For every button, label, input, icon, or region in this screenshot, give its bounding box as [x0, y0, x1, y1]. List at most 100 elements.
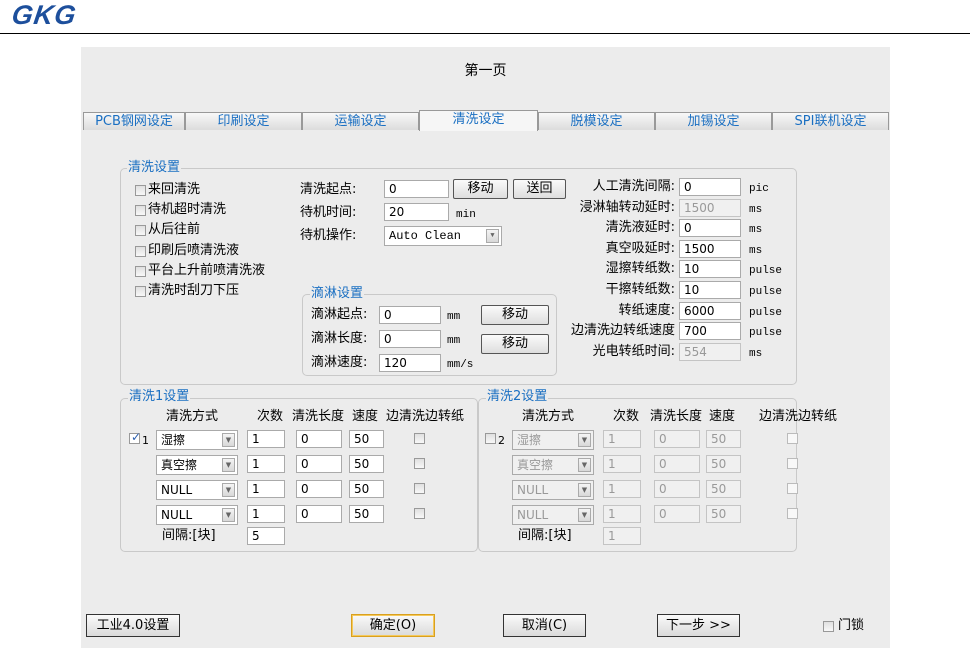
- drip-row-input[interactable]: 0: [379, 306, 441, 324]
- tab-print[interactable]: 印刷设定: [185, 112, 302, 130]
- option-checkbox[interactable]: [135, 185, 146, 196]
- drip-row-unit: mm: [447, 335, 461, 347]
- param-label: 转纸速度:: [618, 302, 675, 318]
- length-input[interactable]: 0: [296, 430, 342, 448]
- clean-mode-select: 湿擦 ▼: [512, 430, 594, 450]
- speed-input: 50: [706, 455, 741, 473]
- option-checkbox[interactable]: [135, 205, 146, 217]
- clean1-enable-checkbox[interactable]: ✓: [129, 430, 141, 444]
- speed-input[interactable]: 50: [349, 505, 384, 523]
- clean-mode-select: NULL ▼: [512, 505, 594, 525]
- param-unit: pulse: [749, 306, 783, 319]
- param-input[interactable]: 10: [679, 281, 741, 299]
- count-input[interactable]: 1: [247, 480, 285, 498]
- param-input[interactable]: 1500: [679, 239, 741, 258]
- standby-op-value: Auto Clean: [389, 229, 462, 243]
- param-unit: pulse: [749, 286, 783, 298]
- count-input[interactable]: 1: [247, 505, 285, 523]
- length-input: 0: [654, 430, 700, 448]
- chevron-down-icon[interactable]: ▼: [222, 483, 235, 497]
- column-header: 边清洗边转纸: [386, 409, 465, 424]
- interval-input: 1: [603, 527, 641, 545]
- chevron-down-icon: ▼: [578, 458, 591, 472]
- param-input: 1500: [679, 198, 741, 217]
- clean-settings-label: 清洗设置: [127, 160, 182, 175]
- drip-row-input[interactable]: 0: [379, 330, 441, 348]
- clean-mode-select[interactable]: 真空擦 ▼: [156, 455, 238, 475]
- chevron-down-icon[interactable]: ▼: [222, 508, 235, 522]
- param-input[interactable]: 6000: [679, 301, 741, 320]
- industry-4-settings-button[interactable]: 工业4.0设置: [86, 614, 180, 637]
- param-input[interactable]: 10: [679, 260, 741, 279]
- param-input[interactable]: 0: [679, 219, 741, 238]
- count-input: 1: [603, 480, 641, 498]
- param-input[interactable]: 700: [679, 322, 741, 341]
- clean-start-label: 清洗起点:: [300, 182, 357, 197]
- count-input[interactable]: 1: [247, 455, 285, 473]
- standby-op-select[interactable]: Auto Clean ▼: [384, 226, 502, 246]
- clean-mode-select[interactable]: 湿擦 ▼: [156, 430, 238, 450]
- speed-input[interactable]: 50: [349, 430, 384, 448]
- speed-input[interactable]: 50: [349, 455, 384, 473]
- gkg-logo: GKG: [9, 0, 79, 30]
- drip-row-unit: mm: [447, 311, 461, 323]
- chevron-down-icon[interactable]: ▼: [222, 458, 235, 472]
- column-header: 清洗长度: [292, 409, 345, 424]
- door-lock-label: 门锁: [838, 618, 865, 633]
- drip-row-label: 滴淋起点:: [311, 307, 368, 322]
- drip-row-input[interactable]: 120: [379, 354, 441, 372]
- edge-paper-checkbox: [787, 433, 798, 444]
- clean-mode-select: NULL ▼: [512, 480, 594, 500]
- param-label: 光电转纸时间:: [592, 343, 675, 359]
- drip-row-unit: mm/s: [447, 359, 474, 371]
- interval-input[interactable]: 5: [247, 527, 285, 545]
- speed-input[interactable]: 50: [349, 480, 384, 498]
- count-input[interactable]: 1: [247, 430, 285, 448]
- ok-button[interactable]: 确定(O): [351, 614, 435, 637]
- length-input: 0: [654, 455, 700, 473]
- clean-mode-value: 真空擦: [161, 458, 198, 472]
- edge-paper-checkbox[interactable]: [414, 433, 425, 444]
- length-input[interactable]: 0: [296, 455, 342, 473]
- option-checkbox[interactable]: [135, 265, 146, 277]
- clean1-index: 1: [142, 434, 149, 447]
- tab-pcb-stencil[interactable]: PCB钢网设定: [83, 112, 185, 130]
- length-input[interactable]: 0: [296, 480, 342, 498]
- drip-row-label: 滴淋速度:: [311, 355, 368, 370]
- clean-move-button[interactable]: 移动: [453, 179, 508, 199]
- edge-paper-checkbox[interactable]: [414, 458, 425, 469]
- param-input[interactable]: 0: [679, 178, 741, 196]
- option-label: 清洗时刮刀下压: [148, 283, 240, 298]
- param-unit: ms: [749, 244, 763, 257]
- clean-mode-value: 湿擦: [517, 433, 542, 447]
- chevron-down-icon[interactable]: ▼: [222, 433, 235, 447]
- tab-transport[interactable]: 运输设定: [302, 112, 419, 130]
- option-checkbox[interactable]: [135, 286, 146, 297]
- clean2-enable-checkbox[interactable]: [485, 433, 496, 444]
- edge-paper-checkbox: [787, 458, 798, 469]
- tab-demold[interactable]: 脱模设定: [538, 112, 655, 130]
- door-lock-checkbox[interactable]: [823, 621, 834, 632]
- cancel-button[interactable]: 取消(C): [503, 614, 586, 637]
- chevron-down-icon[interactable]: ▼: [486, 229, 499, 243]
- clean-mode-select[interactable]: NULL ▼: [156, 505, 238, 525]
- tab-spi[interactable]: SPI联机设定: [772, 112, 889, 130]
- tab-clean[interactable]: 清洗设定: [419, 110, 538, 131]
- option-checkbox[interactable]: [135, 245, 146, 257]
- param-unit: ms: [749, 224, 763, 237]
- chevron-down-icon: ▼: [578, 433, 591, 447]
- edge-paper-checkbox[interactable]: [414, 508, 425, 519]
- clean-start-input[interactable]: 0: [384, 180, 449, 198]
- standby-time-input[interactable]: 20: [384, 203, 449, 221]
- clean-mode-value: 湿擦: [161, 433, 186, 447]
- chevron-down-icon: ▼: [578, 508, 591, 522]
- column-header: 次数: [613, 409, 640, 424]
- param-label: 浸淋轴转动延时:: [579, 199, 675, 215]
- clean-mode-select[interactable]: NULL ▼: [156, 480, 238, 500]
- edge-paper-checkbox[interactable]: [414, 483, 425, 494]
- next-step-button[interactable]: 下一步 >>: [657, 614, 740, 637]
- count-input: 1: [603, 505, 641, 523]
- tab-add-solder[interactable]: 加锡设定: [655, 112, 772, 130]
- option-checkbox[interactable]: [135, 225, 146, 237]
- length-input[interactable]: 0: [296, 505, 342, 523]
